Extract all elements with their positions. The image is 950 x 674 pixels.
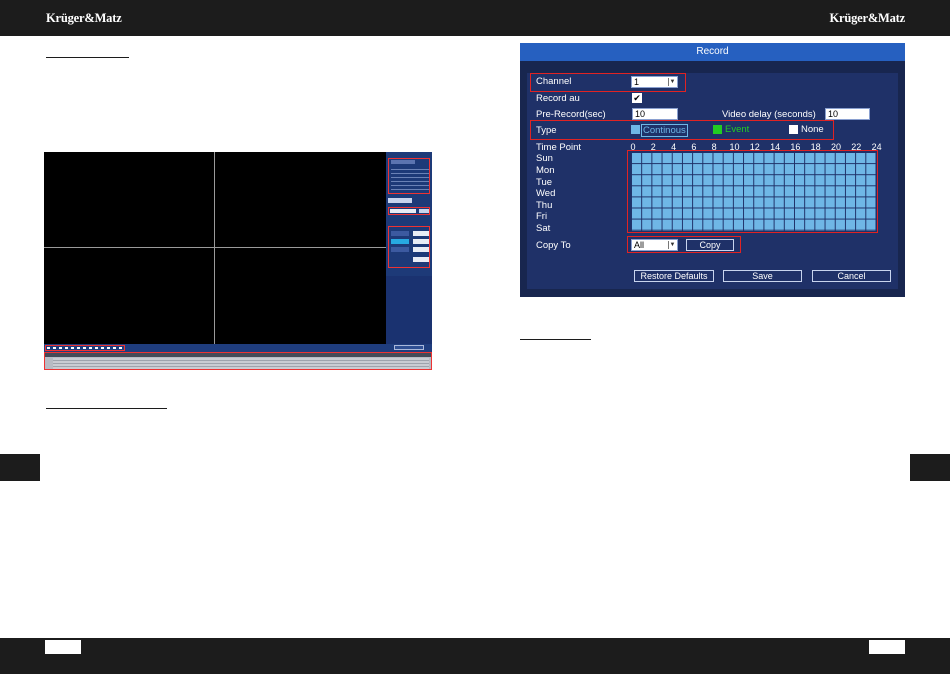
page-number-box-right bbox=[869, 640, 905, 654]
prerecord-input[interactable]: 10 bbox=[632, 108, 678, 120]
channel-row bbox=[391, 247, 429, 252]
copy-to-value: All bbox=[634, 240, 645, 250]
playback-channel-list bbox=[388, 226, 430, 268]
dialog-title: Record bbox=[520, 43, 905, 61]
video-divider bbox=[214, 152, 215, 344]
brand-logo-left: Krüger&Matz bbox=[46, 11, 122, 25]
prerecord-label: Pre-Record(sec) bbox=[536, 109, 606, 120]
copy-to-select[interactable]: All ▼ bbox=[631, 239, 678, 251]
day-label: Sat bbox=[536, 223, 551, 234]
calendar-header bbox=[391, 160, 415, 164]
channel-value: 1 bbox=[634, 77, 640, 87]
footer-bar bbox=[0, 638, 950, 674]
continous-swatch[interactable] bbox=[631, 125, 640, 134]
record-checkbox[interactable]: ✔ bbox=[632, 93, 642, 103]
channel-row bbox=[391, 231, 429, 236]
playback-calendar bbox=[388, 158, 430, 194]
none-swatch[interactable] bbox=[789, 125, 798, 134]
timeline-ruler bbox=[45, 353, 431, 357]
none-option[interactable]: None bbox=[801, 124, 824, 135]
header-bar bbox=[0, 0, 950, 36]
save-button[interactable]: Save bbox=[723, 270, 802, 282]
cancel-button[interactable]: Cancel bbox=[812, 270, 891, 282]
channel-select[interactable]: 1 ▼ bbox=[631, 76, 678, 88]
side-tab-right bbox=[910, 454, 950, 481]
channel-row bbox=[391, 257, 429, 262]
chevron-down-icon: ▼ bbox=[668, 78, 676, 86]
side-tab-left bbox=[0, 454, 40, 481]
channel-row bbox=[391, 239, 429, 244]
record-label: Record au bbox=[536, 93, 580, 104]
playback-time-fields bbox=[388, 207, 430, 215]
video-divider bbox=[44, 247, 386, 248]
brand-logo-right: Krüger&Matz bbox=[829, 11, 905, 25]
continous-option[interactable]: Continous bbox=[641, 124, 688, 137]
page-number-box-left bbox=[45, 640, 81, 654]
copy-to-label: Copy To bbox=[536, 240, 571, 251]
type-label: Type bbox=[536, 125, 557, 136]
playback-buttons bbox=[45, 345, 125, 351]
video-delay-label: Video delay (seconds) bbox=[722, 109, 816, 120]
schedule-grid[interactable] bbox=[631, 153, 876, 231]
video-delay-input[interactable]: 10 bbox=[825, 108, 870, 120]
playback-clock bbox=[394, 345, 424, 350]
day-label: Tue bbox=[536, 177, 553, 188]
day-label: Wed bbox=[536, 188, 556, 199]
playback-date bbox=[388, 198, 412, 203]
heading-underline bbox=[46, 57, 129, 58]
event-option[interactable]: Event bbox=[725, 124, 749, 135]
time-button bbox=[419, 209, 429, 213]
heading-underline bbox=[46, 408, 167, 409]
heading-underline bbox=[520, 339, 591, 340]
checkmark-icon: ✔ bbox=[633, 93, 641, 103]
playback-sidebar-lower bbox=[386, 276, 432, 344]
day-label: Sun bbox=[536, 153, 553, 164]
timeline-tracks bbox=[53, 358, 429, 369]
restore-defaults-button[interactable]: Restore Defaults bbox=[634, 270, 714, 282]
calendar-grid bbox=[391, 167, 429, 193]
playback-timeline bbox=[44, 352, 432, 370]
copy-button[interactable]: Copy bbox=[686, 239, 734, 251]
day-label: Thu bbox=[536, 200, 553, 211]
event-swatch[interactable] bbox=[713, 125, 722, 134]
channel-label: Channel bbox=[536, 76, 572, 87]
day-label: Mon bbox=[536, 165, 555, 176]
playback-screenshot bbox=[44, 152, 432, 370]
chevron-down-icon: ▼ bbox=[668, 241, 676, 249]
time-point-label: Time Point bbox=[536, 142, 582, 153]
time-input bbox=[390, 209, 416, 213]
day-label: Fri bbox=[536, 211, 548, 222]
